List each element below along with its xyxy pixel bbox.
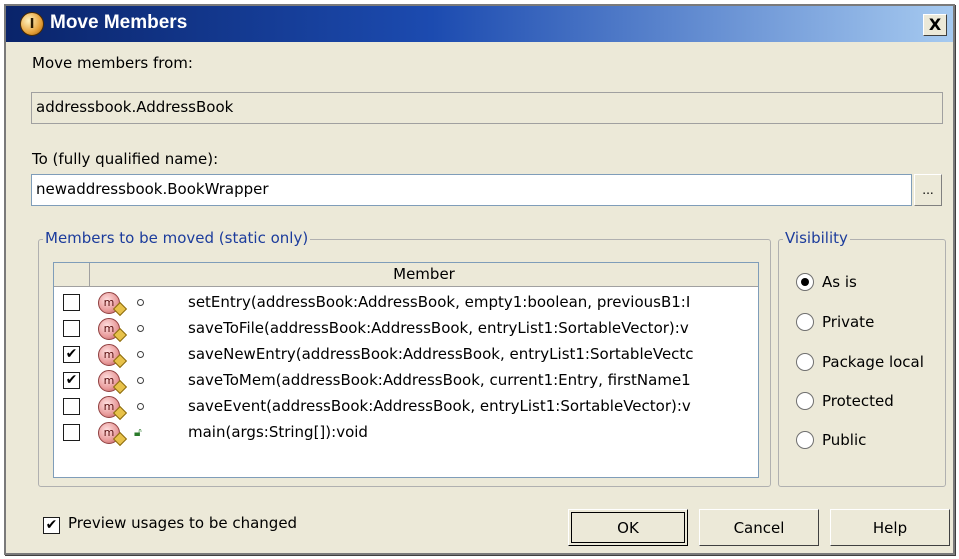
member-signature: saveToMem(addressBook:AddressBook, curre…: [188, 371, 691, 389]
method-icon: m: [98, 318, 120, 340]
help-button[interactable]: Help: [830, 509, 950, 546]
radio-as-is[interactable]: As is: [796, 270, 857, 294]
package-dot-icon: [137, 403, 144, 410]
member-checkbox[interactable]: ✔: [63, 346, 80, 363]
member-checkbox[interactable]: [63, 294, 80, 311]
package-dot-icon: [137, 299, 144, 306]
member-checkbox[interactable]: [63, 424, 80, 441]
to-label: To (fully qualified name):: [32, 150, 219, 168]
method-icon: m: [98, 292, 120, 314]
members-group-title: Members to be moved (static only): [43, 229, 311, 247]
member-signature: saveEvent(addressBook:AddressBook, entry…: [188, 397, 691, 415]
package-dot-icon: [137, 377, 144, 384]
table-row[interactable]: m setEntry(addressBook:AddressBook, empt…: [54, 290, 758, 316]
method-icon: m: [98, 422, 120, 444]
table-header: Member: [54, 263, 758, 287]
intellij-app-icon: I: [20, 12, 44, 36]
radio-indicator[interactable]: [796, 273, 814, 291]
visibility-group-title: Visibility: [783, 229, 850, 247]
ellipsis-icon: ...: [922, 183, 934, 197]
radio-label: As is: [822, 273, 857, 291]
ok-button[interactable]: OK: [568, 509, 688, 546]
close-icon: X: [928, 15, 942, 34]
method-icon: m: [98, 396, 120, 418]
table-row[interactable]: m 🔓︎ main(args:String[]):void: [54, 420, 758, 446]
method-icon: m: [98, 370, 120, 392]
member-checkbox[interactable]: [63, 398, 80, 415]
radio-label: Package local: [822, 353, 924, 371]
from-label: Move members from:: [32, 54, 193, 72]
member-signature: saveNewEntry(addressBook:AddressBook, en…: [188, 345, 694, 363]
checkbox-column-header[interactable]: [54, 263, 90, 286]
radio-public[interactable]: Public: [796, 428, 866, 452]
package-dot-icon: [137, 325, 144, 332]
radio-indicator[interactable]: [796, 353, 814, 371]
table-row[interactable]: ✔ m saveToMem(addressBook:AddressBook, c…: [54, 368, 758, 394]
to-field[interactable]: newaddressbook.BookWrapper: [31, 174, 912, 206]
package-dot-icon: [137, 351, 144, 358]
browse-button[interactable]: ...: [914, 174, 942, 206]
radio-private[interactable]: Private: [796, 310, 874, 334]
public-lock-icon: 🔓︎: [134, 425, 142, 439]
close-button[interactable]: X: [923, 14, 947, 36]
table-row[interactable]: m saveEvent(addressBook:AddressBook, ent…: [54, 394, 758, 420]
member-signature: saveToFile(addressBook:AddressBook, entr…: [188, 319, 689, 337]
radio-package-local[interactable]: Package local: [796, 350, 924, 374]
radio-indicator[interactable]: [796, 313, 814, 331]
member-checkbox[interactable]: [63, 320, 80, 337]
radio-protected[interactable]: Protected: [796, 389, 894, 413]
members-table: Member m setEntry(addressBook:AddressBoo…: [53, 262, 759, 478]
radio-indicator[interactable]: [796, 392, 814, 410]
radio-label: Public: [822, 431, 867, 449]
dialog-title: Move Members: [50, 12, 188, 33]
radio-label: Private: [822, 313, 875, 331]
method-icon: m: [98, 344, 120, 366]
title-bar[interactable]: I Move Members X: [6, 6, 953, 42]
table-row[interactable]: ✔ m saveNewEntry(addressBook:AddressBook…: [54, 342, 758, 368]
member-checkbox[interactable]: ✔: [63, 372, 80, 389]
member-column-header[interactable]: Member: [90, 263, 758, 286]
move-members-dialog: I Move Members X Move members from: addr…: [4, 4, 955, 555]
from-field: addressbook.AddressBook: [31, 92, 943, 124]
preview-usages-checkbox[interactable]: ✔: [43, 517, 60, 534]
preview-usages-label[interactable]: Preview usages to be changed: [68, 514, 297, 532]
member-signature: main(args:String[]):void: [188, 423, 368, 441]
radio-label: Protected: [822, 392, 894, 410]
radio-indicator[interactable]: [796, 431, 814, 449]
member-signature: setEntry(addressBook:AddressBook, empty1…: [188, 293, 691, 311]
cancel-button[interactable]: Cancel: [699, 509, 819, 546]
table-row[interactable]: m saveToFile(addressBook:AddressBook, en…: [54, 316, 758, 342]
